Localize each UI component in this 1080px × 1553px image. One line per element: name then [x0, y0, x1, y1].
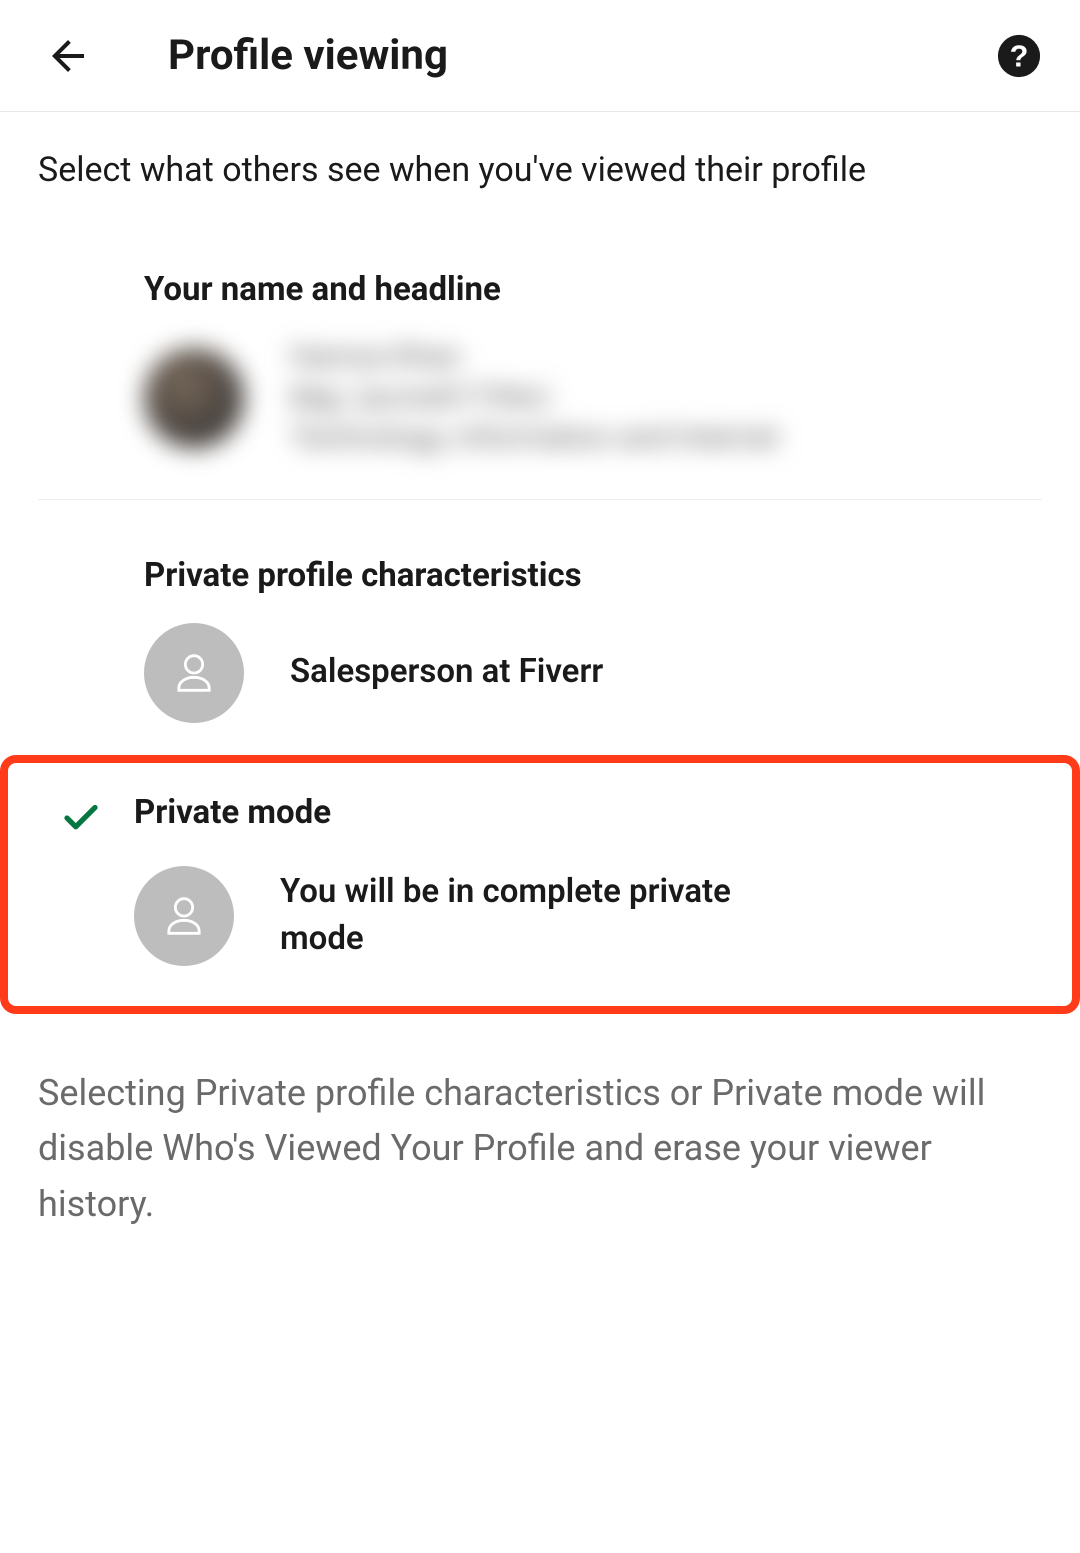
header: Profile viewing ?: [0, 0, 1080, 112]
page-subtitle: Select what others see when you've viewe…: [0, 112, 1080, 190]
highlight-annotation: Private mode You will be in complete pri…: [0, 755, 1080, 1014]
option-name-headline[interactable]: Your name and headline Hamza Khan Mgr, (…: [38, 190, 1042, 500]
person-icon: [168, 647, 220, 699]
option-private-characteristics[interactable]: Private profile characteristics Salesper…: [38, 500, 1042, 733]
help-button[interactable]: ?: [996, 33, 1042, 79]
option-heading: Private profile characteristics: [144, 556, 1042, 595]
option-description: Salesperson at Fiverr: [290, 649, 603, 695]
option-description: Hamza Khan Mgr, (acme01754c) Technology,…: [290, 337, 779, 459]
person-icon: [158, 890, 210, 942]
help-icon: ?: [996, 33, 1042, 79]
page-title: Profile viewing: [168, 31, 996, 80]
option-private-mode[interactable]: Private mode You will be in complete pri…: [38, 793, 1042, 966]
arrow-left-icon: [44, 32, 92, 80]
option-description: You will be in complete private mode: [280, 869, 800, 961]
avatar-photo: [144, 348, 244, 448]
option-heading: Private mode: [134, 793, 1042, 832]
options-list: Your name and headline Hamza Khan Mgr, (…: [0, 190, 1080, 733]
svg-text:?: ?: [1010, 39, 1029, 73]
option-content: Salesperson at Fiverr: [144, 623, 1042, 723]
option-heading: Your name and headline: [144, 270, 1042, 309]
footer-note: Selecting Private profile characteristic…: [0, 1014, 1080, 1233]
avatar-placeholder: [134, 866, 234, 966]
option-content: You will be in complete private mode: [134, 866, 1042, 966]
checkmark-icon: [60, 797, 102, 843]
avatar-placeholder: [144, 623, 244, 723]
option-content: Hamza Khan Mgr, (acme01754c) Technology,…: [144, 337, 1042, 459]
back-button[interactable]: [38, 26, 98, 86]
